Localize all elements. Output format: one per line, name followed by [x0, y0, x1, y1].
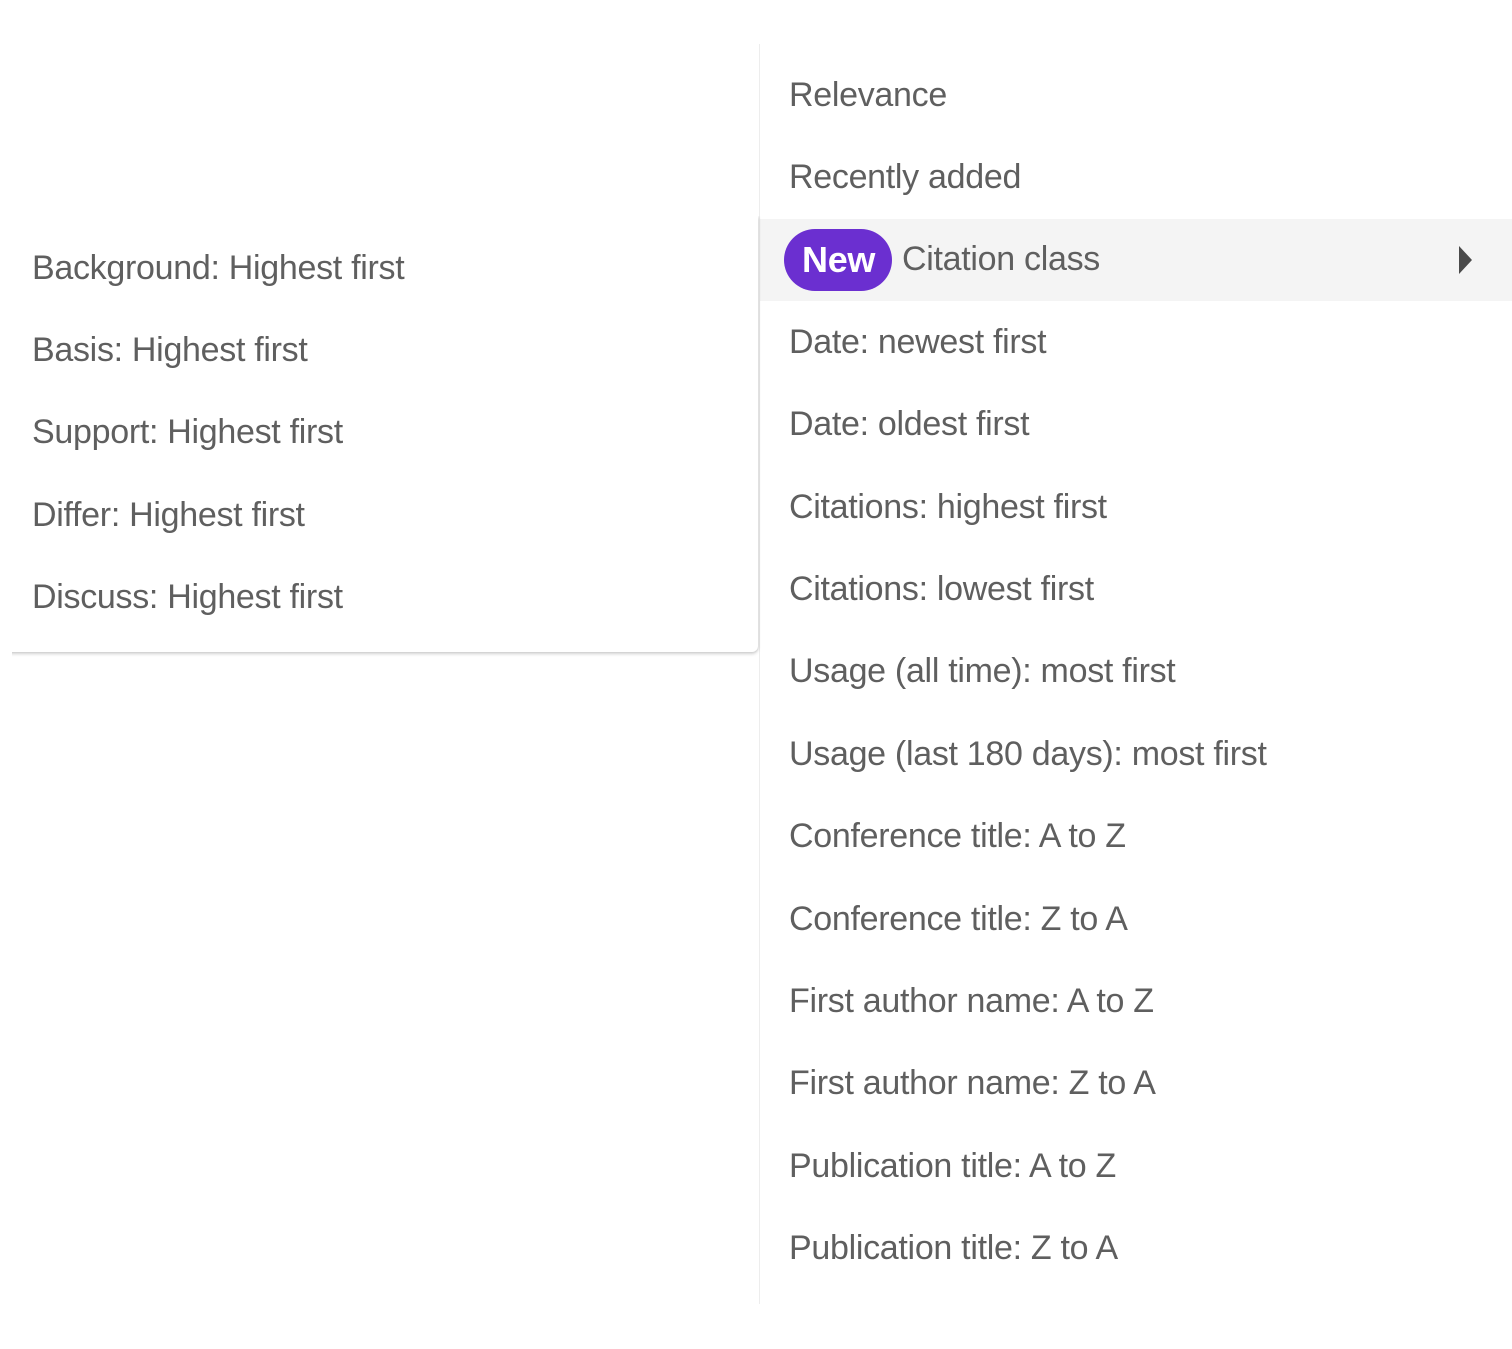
sort-option-first-author-a-z[interactable]: First author name: A to Z	[760, 960, 1512, 1042]
sort-option-conference-title-a-z[interactable]: Conference title: A to Z	[760, 796, 1512, 878]
new-badge: New	[784, 228, 893, 291]
sort-menu-list: Relevance Recently added New Citation cl…	[760, 44, 1512, 1290]
sort-option-relevance[interactable]: Relevance	[760, 54, 1512, 136]
sort-option-citations-lowest[interactable]: Citations: lowest first	[760, 548, 1512, 630]
sort-option-date-oldest[interactable]: Date: oldest first	[760, 384, 1512, 466]
sort-option-label: Recently added	[789, 158, 1022, 197]
sort-option-conference-title-z-a[interactable]: Conference title: Z to A	[760, 878, 1512, 960]
sort-option-label: Relevance	[789, 75, 947, 114]
sort-option-label: Usage (last 180 days): most first	[789, 734, 1267, 773]
submenu-option-discuss[interactable]: Discuss: Highest first	[12, 557, 758, 639]
sort-option-label: Conference title: Z to A	[789, 899, 1128, 938]
sort-option-label: Conference title: A to Z	[789, 817, 1126, 856]
submenu-option-label: Basis: Highest first	[32, 331, 308, 370]
submenu-option-label: Discuss: Highest first	[32, 578, 343, 617]
sort-option-citation-class[interactable]: New Citation class	[760, 218, 1512, 302]
submenu-option-differ[interactable]: Differ: Highest first	[12, 474, 758, 556]
sort-option-usage-last-180-days[interactable]: Usage (last 180 days): most first	[760, 713, 1512, 795]
sort-option-publication-title-a-z[interactable]: Publication title: A to Z	[760, 1125, 1512, 1207]
citation-class-submenu: Background: Highest first Basis: Highest…	[12, 216, 758, 652]
sort-option-label: Citations: highest first	[789, 487, 1107, 526]
sort-option-label: Date: oldest first	[789, 405, 1030, 444]
sort-option-label: First author name: A to Z	[789, 981, 1154, 1020]
sort-option-citations-highest[interactable]: Citations: highest first	[760, 466, 1512, 548]
submenu-option-basis[interactable]: Basis: Highest first	[12, 309, 758, 391]
sort-option-label: Publication title: A to Z	[789, 1146, 1117, 1185]
submenu-option-support[interactable]: Support: Highest first	[12, 392, 758, 474]
citation-class-submenu-list: Background: Highest first Basis: Highest…	[12, 216, 758, 639]
caret-right-icon	[1459, 245, 1472, 274]
sort-option-label: Date: newest first	[789, 322, 1047, 361]
sort-option-date-newest[interactable]: Date: newest first	[760, 301, 1512, 383]
sort-menu: Relevance Recently added New Citation cl…	[760, 44, 1512, 1304]
submenu-option-label: Background: Highest first	[32, 248, 405, 287]
submenu-option-label: Differ: Highest first	[32, 495, 305, 534]
sort-option-label: Publication title: Z to A	[789, 1229, 1118, 1268]
sort-option-publication-title-z-a[interactable]: Publication title: Z to A	[760, 1207, 1512, 1289]
sort-option-first-author-z-a[interactable]: First author name: Z to A	[760, 1043, 1512, 1125]
sort-option-label: Usage (all time): most first	[789, 652, 1176, 691]
sort-option-label: First author name: Z to A	[789, 1064, 1156, 1103]
sort-option-label: Citations: lowest first	[789, 570, 1094, 609]
submenu-option-label: Support: Highest first	[32, 413, 343, 452]
submenu-option-background[interactable]: Background: Highest first	[12, 227, 758, 309]
sort-option-usage-all-time[interactable]: Usage (all time): most first	[760, 631, 1512, 713]
sort-option-recently-added[interactable]: Recently added	[760, 136, 1512, 218]
